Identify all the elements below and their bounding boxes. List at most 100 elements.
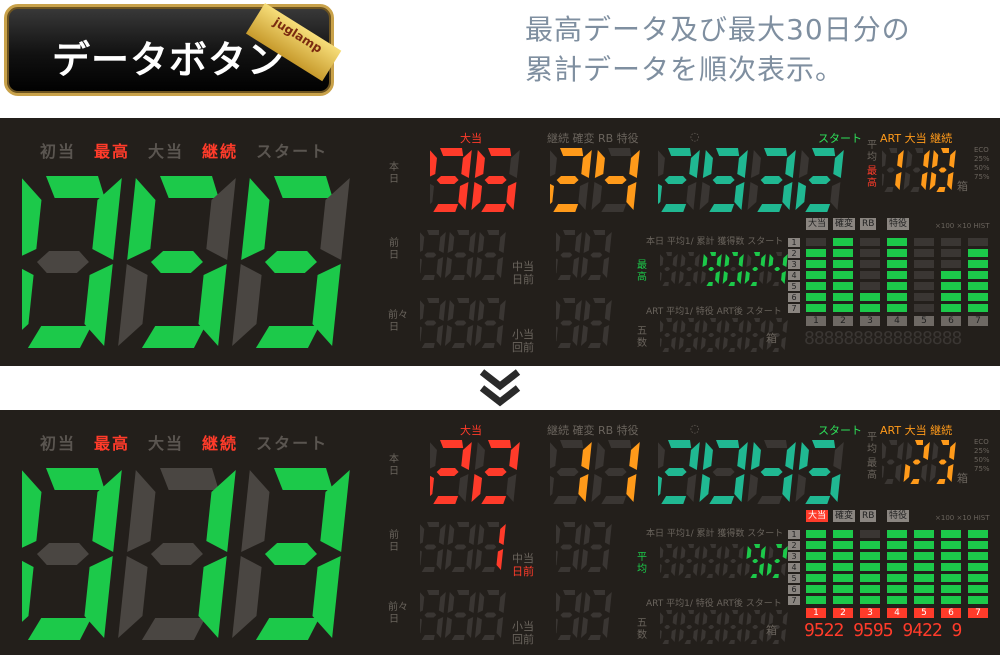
hist-row-label: 2 (788, 249, 800, 258)
hist-cell (941, 238, 961, 246)
hist-cell (941, 260, 961, 268)
digit (430, 440, 472, 504)
hist-cell (914, 552, 934, 560)
digit (118, 176, 236, 348)
prev-day-label: 前日 (389, 238, 399, 261)
today-label: 本日 (389, 454, 399, 477)
hist-row-label: 1 (788, 238, 800, 247)
digit (420, 298, 446, 348)
hist-cell (806, 563, 826, 571)
hist-scale: ×100 ×10 HIST (935, 514, 990, 522)
hist-cell (941, 585, 961, 593)
hist-cell (860, 563, 880, 571)
big-digit-display (22, 176, 350, 348)
digit (700, 610, 722, 644)
digit (22, 176, 122, 348)
prev-day-rb (556, 230, 612, 280)
prev2-day-label: 前々日 (388, 602, 408, 625)
kou-label-2: 回前 (512, 633, 534, 646)
hist-cell (887, 530, 907, 538)
digit (700, 252, 722, 286)
hist-cell (914, 530, 934, 538)
digit (420, 522, 446, 572)
hist-cell (860, 271, 880, 279)
digit (699, 440, 748, 504)
hist-cell (860, 304, 880, 312)
hist-cell (914, 260, 934, 268)
hist-bottom-readout: 9522 9595 9422 9 (804, 620, 962, 641)
row2-mode: 平均 (637, 552, 647, 575)
hist-cell (806, 574, 826, 582)
eco-indicator: ECO 25% 50% 75% (974, 438, 990, 473)
hist-cell (833, 293, 853, 301)
hist-cell (860, 530, 880, 538)
hist-cell (806, 304, 826, 312)
hist-cell (968, 260, 988, 268)
hist-cell (941, 596, 961, 604)
display-panel-1: 初当 最高 大当 継続 スタート 本日 前日 前々日 大当 継続 確変 RB 特役 ◌ スタート ART… (0, 118, 1000, 366)
digit (232, 468, 350, 640)
mode-label: 継続 (202, 434, 239, 453)
hako-label: 箱 (957, 472, 968, 485)
hist-cell (887, 282, 907, 290)
row3-header: ART 平均1/ 特役 ART後 スタート (646, 307, 782, 317)
heikin-label: 平均 (867, 140, 877, 163)
digit (556, 590, 582, 640)
hist-cell (833, 552, 853, 560)
digit (444, 590, 476, 640)
page: データボタン juglamp 最高データ及び最大30日分の 累計データを順次表示… (0, 0, 1000, 655)
hist-cell (941, 293, 961, 301)
digit (474, 590, 506, 640)
art-header: ART 大当 継続 (880, 132, 953, 145)
hist-cell (806, 552, 826, 560)
hist-cell (833, 541, 853, 549)
digit (660, 252, 678, 286)
digit (747, 440, 796, 504)
art-header: ART 大当 継続 (880, 424, 953, 437)
digit (882, 440, 904, 484)
digit (678, 318, 700, 352)
hist-row-label: 2 (788, 541, 800, 550)
mode-label: 最高 (94, 434, 131, 453)
hist-header-tag: 確変 (833, 218, 856, 230)
hist-cell (806, 530, 826, 538)
digit (658, 148, 700, 212)
row3-hako: 箱 (766, 624, 777, 637)
hist-cell (941, 304, 961, 312)
digit (744, 318, 766, 352)
digit (747, 148, 796, 212)
digit (660, 610, 678, 644)
data-button-badge: データボタン juglamp (4, 3, 342, 96)
hist-cell (806, 271, 826, 279)
hist-cell (914, 293, 934, 301)
hist-cell (806, 541, 826, 549)
mode-label: 最高 (94, 142, 131, 161)
row3-header: ART 平均1/ 特役 ART後 スタート (646, 599, 782, 609)
eco-indicator: ECO 25% 50% 75% (974, 146, 990, 181)
hist-cell (860, 574, 880, 582)
digit (700, 318, 722, 352)
today-label: 本日 (389, 162, 399, 185)
hist-cell (806, 249, 826, 257)
hist-cell (941, 563, 961, 571)
hist-cell (968, 596, 988, 604)
hist-cell (887, 596, 907, 604)
hist-cell (833, 271, 853, 279)
prev2-day-rb (556, 298, 612, 348)
hist-cell (833, 563, 853, 571)
prev2-day-big (420, 590, 506, 640)
hist-cell (887, 585, 907, 593)
hist-cell (806, 585, 826, 593)
hist-cell (968, 304, 988, 312)
hist-header-tag: RB (860, 218, 877, 230)
digit (444, 230, 476, 280)
hist-bottom-readout: 8888888888888888 (804, 328, 962, 349)
art-display (882, 440, 956, 484)
digit (744, 544, 766, 578)
hist-col-label: 5 (914, 316, 934, 326)
hist-row-label: 5 (788, 574, 800, 583)
digit (700, 544, 722, 578)
hist-header-tag: 確変 (833, 510, 856, 522)
digit (556, 522, 582, 572)
digit (882, 148, 904, 192)
